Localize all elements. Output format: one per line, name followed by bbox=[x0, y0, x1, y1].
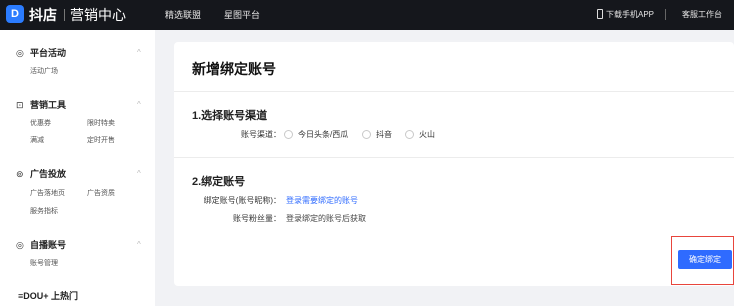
platform-activity-icon: ◎ bbox=[16, 48, 24, 58]
channel-label: 账号渠道： bbox=[241, 130, 281, 139]
nav-link-alliance[interactable]: 精选联盟 bbox=[165, 9, 201, 21]
sidebar-item-ad-landing-page[interactable]: 广告落地页 bbox=[30, 189, 65, 199]
sidebar-section-platform-activity[interactable]: 平台活动 bbox=[30, 47, 66, 59]
self-broadcast-icon: ◎ bbox=[16, 240, 24, 250]
sidebar-item-activity-square[interactable]: 活动广场 bbox=[30, 67, 58, 77]
radio-label-huoshan[interactable]: 火山 bbox=[419, 129, 435, 140]
nav-link-xingtu[interactable]: 星图平台 bbox=[224, 9, 260, 21]
marketing-tools-icon: ⊡ bbox=[16, 100, 24, 110]
brand-name[interactable]: 抖店 bbox=[29, 6, 57, 24]
sidebar-item-full-reduction[interactable]: 满减 bbox=[30, 136, 44, 146]
ad-placement-icon: ⊚ bbox=[16, 169, 24, 179]
sidebar-item-coupon[interactable]: 优惠券 bbox=[30, 119, 51, 129]
section-heading-channel: 1.选择账号渠道 bbox=[192, 110, 268, 122]
top-divider bbox=[665, 9, 666, 20]
sidebar-item-ad-qualification[interactable]: 广告资质 bbox=[87, 189, 115, 199]
fans-count-label: 账号粉丝量： bbox=[233, 214, 281, 223]
phone-icon bbox=[597, 9, 603, 19]
service-workbench-link[interactable]: 客服工作台 bbox=[682, 9, 722, 21]
section-heading-bind-account: 2.绑定账号 bbox=[192, 176, 246, 188]
sidebar-section-self-broadcast[interactable]: 自播账号 bbox=[30, 239, 66, 251]
sidebar-item-service-metrics[interactable]: 服务指标 bbox=[30, 207, 58, 217]
chevron-up-icon[interactable]: ^ bbox=[137, 99, 141, 111]
top-bar: D 抖店 营销中心 精选联盟 星图平台 下载手机APP 客服工作台 bbox=[0, 0, 734, 30]
sidebar-item-account-management[interactable]: 账号管理 bbox=[30, 259, 58, 269]
sidebar-item-flash-sale[interactable]: 限时特卖 bbox=[87, 119, 115, 129]
brand-divider bbox=[64, 9, 65, 21]
doudian-logo-icon[interactable]: D bbox=[6, 5, 24, 23]
radio-huoshan[interactable] bbox=[405, 130, 414, 139]
confirm-bind-button[interactable]: 确定绑定 bbox=[678, 250, 732, 269]
sidebar-section-ad-placement[interactable]: 广告投放 bbox=[30, 168, 66, 180]
download-app-link[interactable]: 下载手机APP bbox=[606, 9, 654, 21]
sidebar-section-marketing-tools[interactable]: 营销工具 bbox=[30, 99, 66, 111]
sidebar-item-scheduled-sale[interactable]: 定时开售 bbox=[87, 136, 115, 146]
dou-plus-link[interactable]: ≡DOU+ 上热门 bbox=[18, 290, 78, 302]
login-bind-account-link[interactable]: 登录需要绑定的账号 bbox=[286, 195, 358, 206]
divider bbox=[174, 91, 734, 92]
radio-douyin[interactable] bbox=[362, 130, 371, 139]
bind-account-card bbox=[174, 42, 734, 286]
radio-label-toutiao-xigua[interactable]: 今日头条/西瓜 bbox=[298, 129, 348, 140]
page-title: 新增绑定账号 bbox=[192, 61, 276, 77]
brand-subtitle[interactable]: 营销中心 bbox=[70, 6, 126, 24]
radio-toutiao-xigua[interactable] bbox=[284, 130, 293, 139]
chevron-up-icon[interactable]: ^ bbox=[137, 239, 141, 251]
divider bbox=[174, 157, 734, 158]
radio-label-douyin[interactable]: 抖音 bbox=[376, 129, 392, 140]
bind-account-label: 绑定账号(账号昵称)： bbox=[203, 196, 281, 205]
chevron-up-icon[interactable]: ^ bbox=[137, 47, 141, 59]
fans-count-value: 登录绑定的账号后获取 bbox=[286, 214, 366, 223]
chevron-up-icon[interactable]: ^ bbox=[137, 168, 141, 180]
